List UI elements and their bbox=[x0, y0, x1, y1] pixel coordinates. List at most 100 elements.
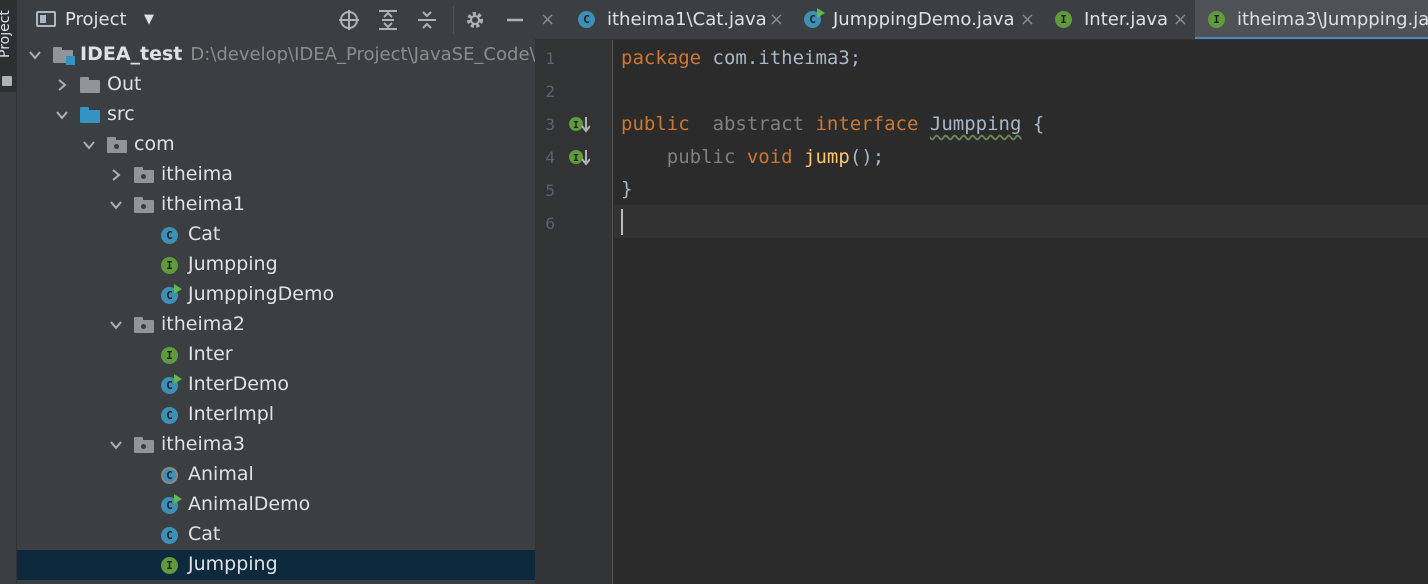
tree-item-name: Jumpping bbox=[188, 553, 278, 575]
line-number: 4 bbox=[545, 148, 555, 167]
tree-item-name: itheima bbox=[161, 163, 233, 185]
tree-item-jumppingdemo[interactable]: C JumppingDemo bbox=[17, 280, 535, 310]
view-selector-chevron-down-icon[interactable]: ▼ bbox=[144, 12, 154, 27]
editor-tab-bar: × Citheima1\Cat.java × C JumppingDemo.java ×… bbox=[535, 0, 1428, 40]
class-icon: C bbox=[161, 227, 178, 244]
svg-text:I: I bbox=[573, 120, 579, 131]
chevron-down-icon[interactable] bbox=[52, 100, 72, 130]
svg-text:I: I bbox=[573, 153, 579, 164]
tree-item-label: Jumpping bbox=[188, 553, 278, 575]
options-button[interactable] bbox=[463, 8, 487, 32]
line-number: 1 bbox=[545, 49, 555, 68]
tree-item-out[interactable]: Out bbox=[17, 70, 535, 100]
tree-item-inter[interactable]: I Inter bbox=[17, 340, 535, 370]
project-panel-title[interactable]: Project bbox=[65, 9, 127, 30]
tree-item-name: InterImpl bbox=[188, 403, 275, 425]
tree-item-label: InterDemo bbox=[188, 373, 289, 395]
tree-item-itheima2[interactable]: itheima2 bbox=[17, 310, 535, 340]
tree-item-name: itheima2 bbox=[161, 313, 245, 335]
close-tab-icon[interactable]: × bbox=[1173, 9, 1188, 30]
collapse-all-button[interactable] bbox=[415, 8, 439, 32]
tree-item-label: com bbox=[134, 133, 175, 155]
interface-icon: I bbox=[1055, 11, 1072, 28]
editor-area: × Citheima1\Cat.java × C JumppingDemo.java ×… bbox=[535, 0, 1428, 584]
tree-item-name: Jumpping bbox=[188, 253, 278, 275]
editor-tab-3[interactable]: I Inter.java × bbox=[1042, 0, 1194, 39]
tree-item-src[interactable]: src bbox=[17, 100, 535, 130]
implemented-method-marker-icon[interactable]: I bbox=[568, 148, 591, 166]
tree-item-label: itheima bbox=[161, 163, 233, 185]
project-tool-tab-label: Project bbox=[0, 10, 13, 58]
chevron-down-icon[interactable] bbox=[79, 130, 99, 160]
tree-item-idea-test[interactable]: IDEA_test D:\develop\IDEA_Project\JavaSE_… bbox=[17, 40, 535, 70]
tree-item-label: itheima2 bbox=[161, 313, 245, 335]
code-line-5: } bbox=[621, 178, 633, 200]
editor-tab-1[interactable]: Citheima1\Cat.java × bbox=[565, 0, 790, 39]
tree-item-name: IDEA_test bbox=[80, 43, 183, 65]
crosshair-icon bbox=[339, 10, 359, 30]
project-tool-tab[interactable]: Project bbox=[0, 0, 17, 92]
close-tab-icon[interactable]: × bbox=[769, 9, 784, 30]
tree-item-name: Cat bbox=[188, 223, 221, 245]
chevron-down-icon[interactable] bbox=[25, 40, 45, 70]
runnable-class-icon: C bbox=[804, 8, 825, 28]
tree-item-jumpping[interactable]: I Jumpping bbox=[17, 250, 535, 280]
tree-item-itheima1[interactable]: itheima1 bbox=[17, 190, 535, 220]
project-panel: Project ▼ IDEA_test D:\develop\IDEA_Proj… bbox=[17, 0, 535, 584]
tree-item-interdemo[interactable]: C InterDemo bbox=[17, 370, 535, 400]
tree-item-name: itheima1 bbox=[161, 193, 245, 215]
tree-item-itheima3[interactable]: itheima3 bbox=[17, 430, 535, 460]
tree-item-label: src bbox=[107, 103, 135, 125]
tree-item-cat[interactable]: C Cat bbox=[17, 520, 535, 550]
tree-item-label: IDEA_test D:\develop\IDEA_Project\JavaSE_… bbox=[80, 43, 535, 65]
class-icon: C bbox=[161, 407, 178, 424]
tree-item-interimpl[interactable]: C InterImpl bbox=[17, 400, 535, 430]
tree-item-name: itheima3 bbox=[161, 433, 245, 455]
interface-icon: I bbox=[161, 257, 178, 274]
code-editor[interactable]: package com.itheima3; public abstract in… bbox=[614, 40, 1428, 584]
chevron-right-icon[interactable] bbox=[106, 160, 126, 190]
line-number: 3 bbox=[545, 115, 555, 134]
tree-item-name: com bbox=[134, 133, 175, 155]
tree-item-label: InterImpl bbox=[188, 403, 274, 425]
tree-item-label: Inter bbox=[188, 343, 233, 365]
interface-icon: I bbox=[1208, 11, 1225, 28]
class-icon: C bbox=[161, 527, 178, 544]
editor-tab-label: itheima1\Cat.java bbox=[607, 9, 767, 30]
runnable-class-icon: C bbox=[161, 494, 182, 514]
tree-item-name: Inter bbox=[188, 343, 233, 365]
chevron-down-icon[interactable] bbox=[106, 190, 126, 220]
chevron-right-icon[interactable] bbox=[52, 70, 72, 100]
tree-item-label: Cat bbox=[188, 223, 220, 245]
tree-item-com[interactable]: com bbox=[17, 130, 535, 160]
tree-item-name: InterDemo bbox=[188, 373, 290, 395]
locate-file-button[interactable] bbox=[337, 8, 361, 32]
tree-item-animaldemo[interactable]: C AnimalDemo bbox=[17, 490, 535, 520]
package-icon bbox=[134, 437, 154, 453]
class-icon: C bbox=[578, 11, 595, 28]
chevron-down-icon[interactable] bbox=[106, 310, 126, 340]
close-tab-icon[interactable]: × bbox=[1020, 9, 1035, 30]
editor-tab-2[interactable]: C JumppingDemo.java × bbox=[791, 0, 1041, 39]
line-number: 6 bbox=[545, 214, 555, 233]
text-caret bbox=[621, 209, 623, 235]
editor-tab-4[interactable]: Iitheima3\Jumpping.java bbox=[1195, 0, 1428, 39]
line-number: 2 bbox=[545, 82, 555, 101]
implemented-interface-marker-icon[interactable]: I bbox=[568, 115, 591, 133]
runnable-class-icon: C bbox=[161, 284, 182, 304]
tree-item-cat[interactable]: C Cat bbox=[17, 220, 535, 250]
tree-item-jumpping[interactable]: I Jumpping bbox=[17, 550, 535, 580]
close-tab-icon[interactable]: × bbox=[540, 9, 555, 30]
chevron-down-icon[interactable] bbox=[106, 430, 126, 460]
tree-item-name: Out bbox=[107, 73, 142, 95]
folder-icon bbox=[80, 107, 100, 123]
project-panel-header: Project ▼ bbox=[17, 0, 535, 40]
tree-item-animal[interactable]: C Animal bbox=[17, 460, 535, 490]
runnable-class-icon: C bbox=[161, 374, 182, 394]
hide-panel-button[interactable] bbox=[503, 8, 527, 32]
tree-item-label: Out bbox=[107, 73, 141, 95]
tree-item-label: Jumpping bbox=[188, 253, 278, 275]
tree-item-itheima[interactable]: itheima bbox=[17, 160, 535, 190]
expand-all-button[interactable] bbox=[376, 8, 400, 32]
module-path: D:\develop\IDEA_Project\JavaSE_Code\IDE bbox=[190, 44, 535, 65]
